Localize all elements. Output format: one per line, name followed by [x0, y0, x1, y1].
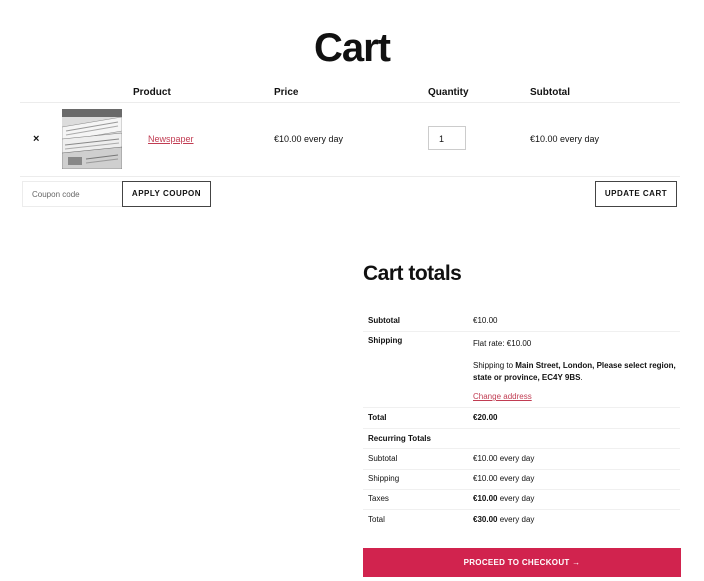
totals-subtotal-value: €10.00: [473, 316, 498, 325]
coupon-code-input[interactable]: Coupon code: [22, 181, 122, 207]
row-divider: [20, 176, 680, 177]
column-header-quantity: Quantity: [428, 87, 469, 98]
change-address-link[interactable]: Change address: [473, 392, 532, 401]
product-link-newspaper[interactable]: Newspaper: [148, 134, 194, 144]
column-header-product: Product: [133, 87, 171, 98]
recurring-taxes-amount: €10.00: [473, 494, 498, 503]
remove-item-button[interactable]: ×: [33, 133, 39, 145]
recurring-taxes-value: €10.00 every day: [473, 494, 534, 503]
recurring-shipping-value: €10.00 every day: [473, 474, 535, 483]
shipping-method: Flat rate: €10.00: [473, 339, 532, 348]
recurring-subtotal-label: Subtotal: [368, 454, 398, 463]
recurring-taxes-period: every day: [499, 494, 535, 503]
page-title: Cart: [313, 25, 391, 70]
totals-divider: [363, 469, 680, 470]
totals-shipping-label: Shipping: [368, 336, 403, 345]
totals-divider: [363, 331, 680, 332]
recurring-total-period: every day: [499, 515, 535, 524]
header-divider: [20, 102, 680, 103]
recurring-total-value: €30.00 every day: [473, 515, 534, 524]
totals-total-label: Total: [368, 413, 387, 422]
totals-divider: [363, 509, 680, 510]
recurring-shipping-label: Shipping: [368, 474, 400, 483]
column-header-price: Price: [274, 87, 299, 98]
item-subtotal: €10.00 every day: [530, 134, 600, 144]
totals-divider: [363, 428, 680, 429]
cart-totals-title: Cart totals: [363, 262, 462, 285]
proceed-to-checkout-button[interactable]: PROCEED TO CHECKOUT →: [363, 548, 681, 577]
column-header-subtotal: Subtotal: [530, 87, 570, 98]
shipping-destination: Shipping to Main Street, London, Please …: [473, 360, 683, 384]
quantity-input[interactable]: 1: [428, 126, 466, 150]
shipping-to-suffix: .: [580, 373, 583, 382]
totals-total-value: €20.00: [473, 413, 498, 422]
totals-divider: [363, 448, 680, 449]
totals-divider: [363, 407, 680, 408]
totals-subtotal-label: Subtotal: [368, 316, 400, 325]
recurring-subtotal-value: €10.00 every day: [473, 454, 535, 463]
apply-coupon-button[interactable]: APPLY COUPON: [122, 181, 211, 207]
recurring-total-label: Total: [368, 515, 385, 524]
newspaper-thumbnail-icon[interactable]: [62, 109, 122, 169]
totals-divider: [363, 489, 680, 490]
recurring-total-amount: €30.00: [473, 515, 498, 524]
update-cart-button[interactable]: UPDATE CART: [595, 181, 677, 207]
recurring-taxes-label: Taxes: [368, 494, 389, 503]
recurring-totals-title: Recurring Totals: [368, 434, 431, 443]
item-price: €10.00 every day: [274, 134, 344, 144]
shipping-to-prefix: Shipping to: [473, 361, 514, 370]
